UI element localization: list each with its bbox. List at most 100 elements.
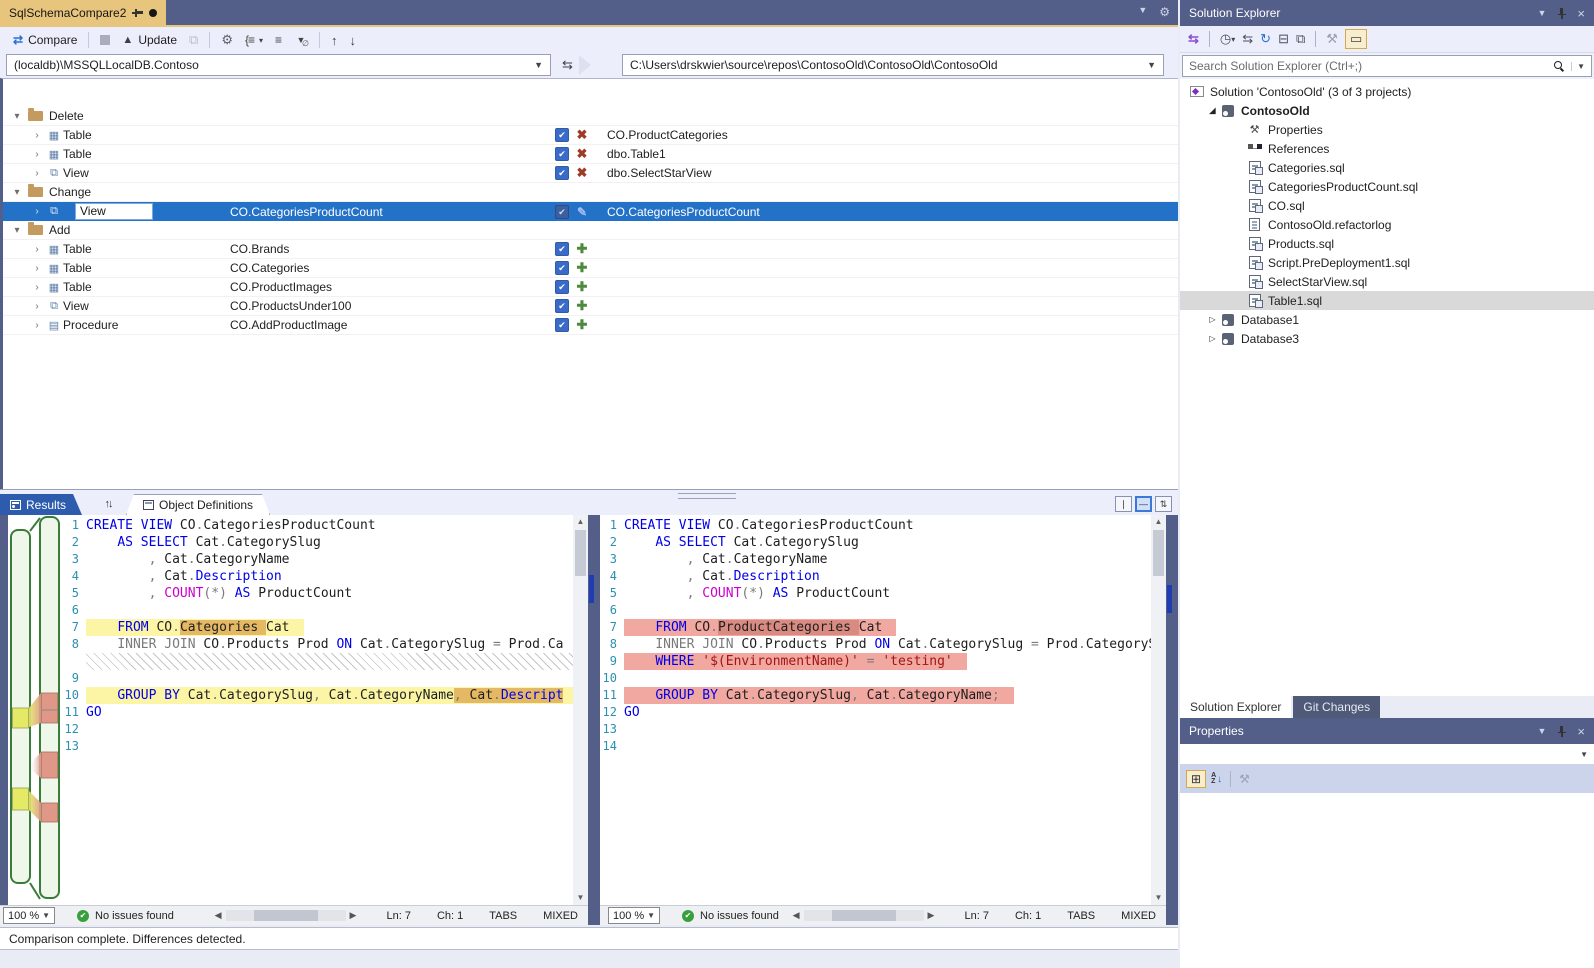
tree-item[interactable]: ▷Database1 — [1180, 310, 1594, 329]
expand-chevron-icon[interactable]: › — [29, 168, 45, 179]
solution-explorer-search[interactable]: Search Solution Explorer (Ctrl+;) ▼ — [1182, 55, 1592, 77]
include-checkbox[interactable]: ✔ — [555, 261, 569, 275]
tab-results[interactable]: Results — [0, 494, 82, 515]
expand-chevron-icon[interactable]: › — [29, 282, 45, 293]
target-project-combo[interactable]: C:\Users\drskwier\source\repos\ContosoOl… — [622, 54, 1164, 76]
source-database-combo[interactable]: (localdb)\MSSQLLocalDB.Contoso ▼ — [6, 54, 551, 76]
grid-object-row[interactable]: ›⧉ViewCO.CategoriesProductCount✔✎CO.Cate… — [3, 202, 1178, 221]
next-diff-button[interactable]: ↓ — [344, 31, 363, 50]
pin-icon[interactable] — [132, 8, 143, 17]
panel-menu-chevron-icon[interactable]: ▼ — [1537, 8, 1546, 18]
expand-chevron-icon[interactable]: › — [29, 130, 45, 141]
compare-button[interactable]: ⇄ Compare — [7, 31, 83, 49]
tree-item[interactable]: Solution 'ContosoOld' (3 of 3 projects) — [1180, 82, 1594, 101]
tree-item[interactable]: ⚒Properties — [1180, 120, 1594, 139]
tree-item[interactable]: SelectStarView.sql — [1180, 272, 1594, 291]
tree-item[interactable]: References — [1180, 139, 1594, 158]
alphabetical-sort-icon[interactable]: AZ↓ — [1211, 773, 1222, 785]
diff-pane-divider[interactable] — [588, 515, 600, 925]
tab-solution-explorer[interactable]: Solution Explorer — [1180, 696, 1291, 718]
include-checkbox[interactable]: ✔ — [555, 299, 569, 313]
combo-chevron-icon[interactable]: ▼ — [1580, 750, 1588, 759]
grid-group-row[interactable]: ▾Change — [3, 183, 1178, 202]
categorized-view-icon[interactable]: ⊞ — [1186, 770, 1206, 788]
expand-chevron-icon[interactable]: ▾ — [9, 187, 25, 198]
expand-chevron-icon[interactable]: › — [29, 301, 45, 312]
splitter-grip[interactable] — [678, 493, 736, 499]
preview-selected-icon[interactable]: ⧉ — [1296, 31, 1305, 47]
previous-diff-button[interactable]: ↑ — [325, 31, 344, 50]
grid-group-row[interactable]: ▾Delete — [3, 107, 1178, 126]
diff-overview-margin[interactable] — [0, 515, 62, 905]
generate-script-button[interactable]: ⧉ — [183, 30, 204, 50]
include-checkbox[interactable]: ✔ — [555, 242, 569, 256]
expand-chevron-icon[interactable]: ▾ — [9, 111, 25, 122]
tree-item[interactable]: ◢ContosoOld — [1180, 101, 1594, 120]
zoom-level-combo[interactable]: 100 %▼ — [608, 907, 660, 924]
sort-order-button[interactable]: ≡ — [269, 31, 288, 49]
combo-chevron-icon[interactable]: ▼ — [1141, 60, 1156, 70]
scroll-up-icon[interactable]: ▲ — [573, 515, 588, 529]
expand-chevron-icon[interactable]: › — [29, 206, 45, 217]
left-editor-scrollbar[interactable]: ▲ ▼ — [573, 515, 588, 905]
properties-wrench-icon[interactable]: ⚒ — [1326, 31, 1338, 47]
include-checkbox[interactable]: ✔ — [555, 205, 569, 219]
property-pages-wrench-icon[interactable]: ⚒ — [1239, 772, 1250, 786]
horizontal-split-button[interactable]: — — [1135, 496, 1152, 512]
horizontal-scrollbar[interactable]: ◀ ▶ — [789, 910, 939, 921]
expander-collapsed-icon[interactable]: ▷ — [1206, 315, 1219, 324]
right-editor-scrollbar[interactable]: ▲ ▼ — [1151, 515, 1166, 905]
swap-direction-control[interactable]: ⇆ — [562, 55, 591, 75]
expander-collapsed-icon[interactable]: ▷ — [1206, 334, 1219, 343]
scroll-down-icon[interactable]: ▼ — [1151, 891, 1166, 905]
grid-object-row[interactable]: ›⧉View✔✖dbo.SelectStarView — [3, 164, 1178, 183]
update-button[interactable]: ▲ Update — [116, 31, 183, 49]
scroll-down-icon[interactable]: ▼ — [573, 891, 588, 905]
tab-sqlschemacompare2[interactable]: SqlSchemaCompare2 — [0, 0, 166, 25]
collapse-all-icon[interactable]: ⊟ — [1278, 31, 1289, 47]
horizontal-scrollbar[interactable]: ◀ ▶ — [211, 910, 361, 921]
tabbar-gear-icon[interactable]: ⚙ — [1159, 5, 1170, 19]
expand-chevron-icon[interactable]: › — [29, 244, 45, 255]
expand-chevron-icon[interactable]: › — [29, 320, 45, 331]
expand-chevron-icon[interactable]: ▾ — [9, 225, 25, 236]
close-icon[interactable]: × — [1577, 6, 1585, 21]
grid-object-row[interactable]: ›▦Table✔✖dbo.Table1 — [3, 145, 1178, 164]
target-definition-editor[interactable]: 1CREATE VIEW CO.CategoriesProductCount2 … — [600, 515, 1166, 905]
tree-item[interactable]: CategoriesProductCount.sql — [1180, 177, 1594, 196]
tree-item[interactable]: Categories.sql — [1180, 158, 1594, 177]
search-options-chevron-icon[interactable]: ▼ — [1571, 62, 1585, 71]
show-all-files-icon[interactable]: ▭ — [1345, 29, 1367, 49]
grid-object-row[interactable]: ›▦Table✔✖CO.ProductCategories — [3, 126, 1178, 145]
tab-list-chevron-icon[interactable]: ▼ — [1138, 5, 1147, 19]
include-checkbox[interactable]: ✔ — [555, 280, 569, 294]
switch-views-icon[interactable]: ⇆ — [1242, 31, 1253, 47]
sync-active-document-icon[interactable]: ⇆ — [1188, 31, 1199, 47]
tree-item[interactable]: Script.PreDeployment1.sql — [1180, 253, 1594, 272]
search-icon[interactable] — [1553, 60, 1565, 72]
combo-chevron-icon[interactable]: ▼ — [528, 60, 543, 70]
tree-item[interactable]: Table1.sql — [1180, 291, 1594, 310]
swap-panes-button[interactable]: ⇅ — [1155, 496, 1172, 512]
include-checkbox[interactable]: ✔ — [555, 318, 569, 332]
refresh-icon[interactable]: ↻ — [1260, 31, 1271, 47]
include-checkbox[interactable]: ✔ — [555, 128, 569, 142]
results-sort-button[interactable]: ↑↓ — [96, 494, 120, 513]
grid-object-row[interactable]: ›▦TableCO.Brands✔✚ — [3, 240, 1178, 259]
tree-item[interactable]: ▷Database3 — [1180, 329, 1594, 348]
pending-changes-filter-icon[interactable]: ◷▾ — [1220, 31, 1235, 47]
grid-object-row[interactable]: ›▦TableCO.ProductImages✔✚ — [3, 278, 1178, 297]
tree-item[interactable]: ContosoOld.refactorlog — [1180, 215, 1594, 234]
properties-object-combo[interactable]: ▼ — [1180, 744, 1594, 765]
panel-menu-chevron-icon[interactable]: ▼ — [1537, 726, 1546, 736]
zoom-level-combo[interactable]: 100 %▼ — [3, 907, 55, 924]
close-icon[interactable]: × — [1577, 724, 1585, 739]
vertical-split-button[interactable]: ❘ — [1115, 496, 1132, 512]
expand-chevron-icon[interactable]: › — [29, 149, 45, 160]
tree-item[interactable]: CO.sql — [1180, 196, 1594, 215]
grid-object-row[interactable]: ›▦TableCO.Categories✔✚ — [3, 259, 1178, 278]
include-checkbox[interactable]: ✔ — [555, 166, 569, 180]
expander-expanded-icon[interactable]: ◢ — [1206, 106, 1219, 115]
tree-item[interactable]: Products.sql — [1180, 234, 1594, 253]
grid-group-row[interactable]: ▾Add — [3, 221, 1178, 240]
